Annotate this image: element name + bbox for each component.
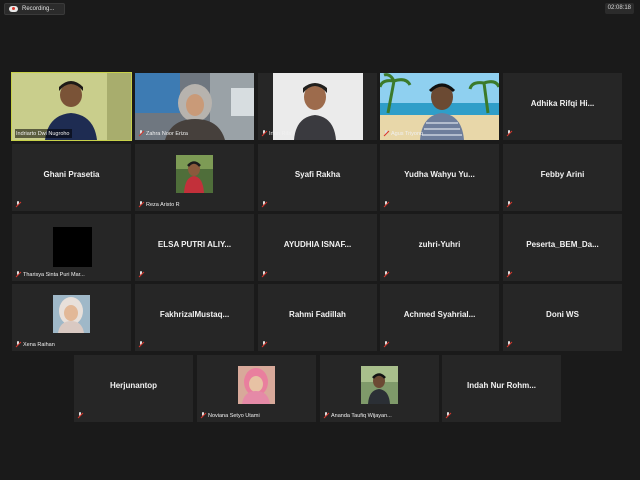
participant-name-label: [261, 340, 267, 349]
participant-name-label: [383, 340, 389, 349]
muted-mic-icon: [383, 201, 389, 208]
muted-mic-icon: [383, 271, 389, 278]
participant-display-name: Ghani Prasetia: [43, 170, 100, 179]
muted-mic-icon: [261, 130, 267, 137]
participant-tile-doni[interactable]: Doni WS: [503, 284, 622, 351]
muted-mic-icon: [15, 271, 21, 278]
participant-avatar: [361, 366, 398, 404]
participant-name-label: [506, 200, 512, 209]
muted-mic-icon: [15, 201, 21, 208]
participant-tile-ghani[interactable]: Ghani Prasetia: [12, 144, 131, 211]
participant-name-label: [506, 270, 512, 279]
participant-display-name: FakhrizalMustaq...: [159, 310, 230, 319]
participant-tile-ayudhia[interactable]: AYUDHIA ISNAF...: [258, 214, 377, 281]
participant-display-name: Syafi Rakha: [294, 170, 341, 179]
participant-name-label: Ananda Taufiq Wijayan...: [323, 411, 392, 420]
participant-tile-agus[interactable]: Agus Triyono: [380, 73, 499, 140]
participant-tile-zuhri[interactable]: zuhri-Yuhri: [380, 214, 499, 281]
participant-name-label: [138, 270, 144, 279]
participant-tile-rahmi[interactable]: Rahmi Fadillah: [258, 284, 377, 351]
participant-avatar: [176, 155, 213, 193]
participant-display-name: Herjunantop: [109, 381, 158, 390]
participant-tile-reza[interactable]: Reza Aristo R: [135, 144, 254, 211]
participant-name-label: [445, 411, 451, 420]
participant-tile-zahra[interactable]: Zahra Noor Eriza: [135, 73, 254, 140]
participant-display-name: ELSA PUTRI ALIY...: [157, 240, 232, 249]
muted-mic-icon: [506, 341, 512, 348]
participant-display-name: Peserta_BEM_Da...: [526, 240, 599, 249]
muted-mic-icon: [261, 201, 267, 208]
muted-mic-icon: [445, 412, 451, 419]
participant-display-name: Doni WS: [546, 310, 579, 319]
muted-mic-icon: [323, 412, 329, 419]
muted-mic-icon: [138, 130, 144, 137]
participant-tile-ananda[interactable]: Ananda Taufiq Wijayan...: [320, 355, 439, 422]
muted-mic-icon: [261, 341, 267, 348]
participant-avatar: [53, 227, 92, 267]
participant-display-name: AYUDHIA ISNAF...: [283, 240, 352, 249]
participant-name-label: Noviana Setyo Utami: [200, 411, 260, 420]
muted-mic-icon: [138, 201, 144, 208]
participant-name-label: Xena Raihan: [15, 340, 55, 349]
participant-name-label: [506, 340, 512, 349]
participant-name-label: [15, 200, 21, 209]
participant-display-name: Rahmi Fadillah: [289, 310, 346, 319]
participant-tile-irfan[interactable]: Irfan Rifa'i: [258, 73, 377, 140]
participant-display-name: Febby Arini: [540, 170, 585, 179]
participant-tile-herjunantop[interactable]: Herjunantop: [74, 355, 193, 422]
participant-name-label: [383, 200, 389, 209]
participant-name-label: Reza Aristo R: [138, 200, 180, 209]
muted-mic-icon: [506, 201, 512, 208]
participant-name-label: [383, 270, 389, 279]
participant-tile-yudha[interactable]: Yudha Wahyu Yu...: [380, 144, 499, 211]
participant-tile-peserta-bem[interactable]: Peserta_BEM_Da...: [503, 214, 622, 281]
participant-tile-indriarto[interactable]: Indriarto Dwi Nugroho: [11, 72, 132, 141]
participant-tile-noviana[interactable]: Noviana Setyo Utami: [197, 355, 316, 422]
participant-name-label: [261, 200, 267, 209]
participant-name-label: Zahra Noor Eriza: [138, 129, 188, 138]
participant-tile-elsa[interactable]: ELSA PUTRI ALIY...: [135, 214, 254, 281]
participant-name-label: [77, 411, 83, 420]
muted-mic-icon: [383, 341, 389, 348]
muted-mic-icon: [77, 412, 83, 419]
muted-mic-icon: [506, 271, 512, 278]
muted-mic-icon: [138, 341, 144, 348]
participant-name-label: [261, 270, 267, 279]
muted-mic-icon: [15, 341, 21, 348]
participant-display-name: Indah Nur Rohm...: [467, 381, 536, 390]
participant-tile-febby[interactable]: Febby Arini: [503, 144, 622, 211]
muted-mic-icon: [261, 271, 267, 278]
muted-mic-icon: [383, 130, 389, 137]
participant-display-name: Adhika Rifqi Hi...: [530, 99, 595, 108]
muted-mic-icon: [200, 412, 206, 419]
participant-tile-syafi[interactable]: Syafi Rakha: [258, 144, 377, 211]
participant-display-name: Achmed Syahrial...: [403, 310, 476, 319]
participant-display-name: zuhri-Yuhri: [418, 240, 461, 249]
participant-tile-adhika[interactable]: Adhika Rifqi Hi...: [503, 73, 622, 140]
participant-name-label: Tharisya Sinta Puri Mar...: [15, 270, 85, 279]
participant-name-label: Indriarto Dwi Nugroho: [15, 129, 72, 138]
participant-tile-tharisya[interactable]: Tharisya Sinta Puri Mar...: [12, 214, 131, 281]
muted-mic-icon: [506, 130, 512, 137]
participant-name-label: [506, 129, 512, 138]
muted-mic-icon: [138, 271, 144, 278]
participant-avatar: [53, 295, 90, 333]
recording-label: Recording...: [22, 6, 55, 12]
recording-indicator[interactable]: Recording...: [4, 3, 65, 15]
participant-tile-fakhrizal[interactable]: FakhrizalMustaq...: [135, 284, 254, 351]
participant-avatar: [238, 366, 275, 404]
cloud-record-icon: [9, 6, 18, 12]
participant-name-label: Irfan Rifa'i: [261, 129, 294, 138]
participant-tile-achmed[interactable]: Achmed Syahrial...: [380, 284, 499, 351]
participant-tile-xena[interactable]: Xena Raihan: [12, 284, 131, 351]
meeting-timer: 02:08:18: [604, 3, 634, 14]
participant-tile-indah[interactable]: Indah Nur Rohm...: [442, 355, 561, 422]
participant-display-name: Yudha Wahyu Yu...: [404, 170, 475, 179]
participant-name-label: Agus Triyono: [383, 129, 423, 138]
participant-name-label: [138, 340, 144, 349]
